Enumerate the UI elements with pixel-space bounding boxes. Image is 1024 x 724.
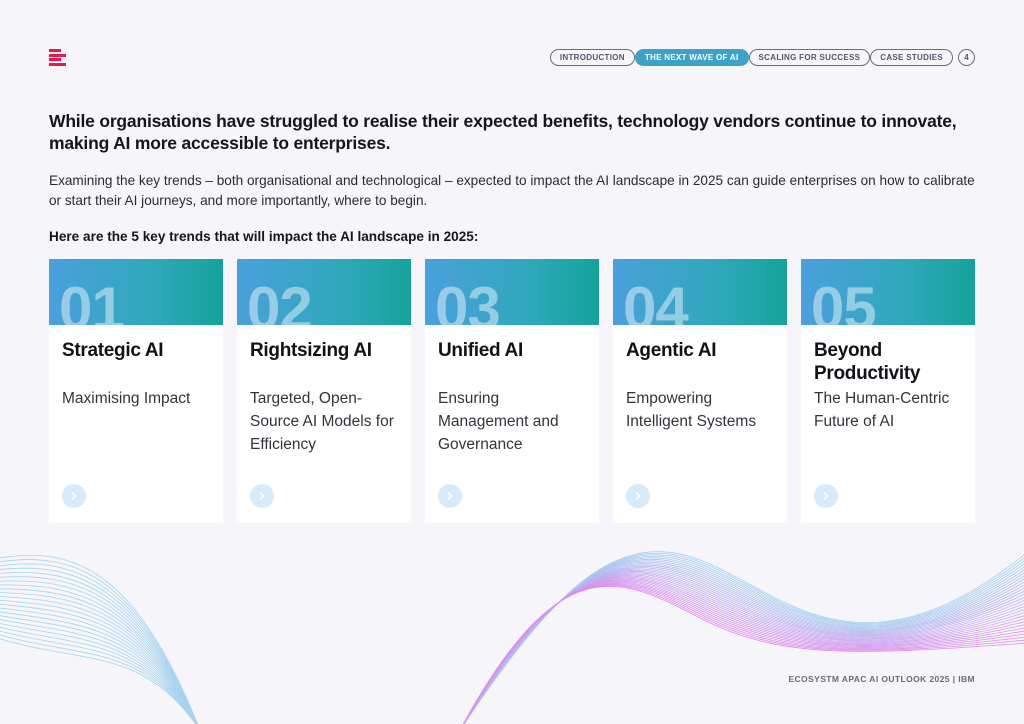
card-arrow-button[interactable] [438,484,462,508]
chevron-right-icon [635,492,641,500]
ecosystm-logo-icon [49,49,67,66]
trend-card-5[interactable]: 05 Beyond Productivity The Human-Centric… [801,259,975,523]
card-title: Rightsizing AI [250,340,372,361]
nav-scaling-for-success[interactable]: SCALING FOR SUCCESS [748,49,871,66]
card-title: Unified AI [438,340,523,361]
decorative-waves [0,551,1024,724]
chevron-right-icon [447,492,453,500]
chevron-right-icon [71,492,77,500]
nav-introduction[interactable]: INTRODUCTION [549,49,635,66]
card-arrow-button[interactable] [814,484,838,508]
card-number: 02 [247,275,313,326]
card-description: Targeted, Open-Source AI Models for Effi… [250,390,394,453]
trend-card-4[interactable]: 04 Agentic AI Empowering Intelligent Sys… [613,259,787,523]
trends-intro: Here are the 5 key trends that will impa… [49,229,479,244]
card-arrow-button[interactable] [626,484,650,508]
card-header: 05 [801,259,975,325]
nav-case-studies[interactable]: CASE STUDIES [870,49,953,66]
trend-card-3[interactable]: 03 Unified AI Ensuring Management and Go… [425,259,599,523]
card-arrow-button[interactable] [62,484,86,508]
card-header: 04 [613,259,787,325]
card-title: Beyond Productivity [814,340,921,384]
card-number: 04 [623,275,689,326]
card-header: 03 [425,259,599,325]
chevron-right-icon [823,492,829,500]
card-arrow-button[interactable] [250,484,274,508]
card-title: Strategic AI [62,340,164,361]
card-description: Maximising Impact [62,390,191,407]
card-description: The Human-Centric Future of AI [814,390,950,430]
trend-card-2[interactable]: 02 Rightsizing AI Targeted, Open-Source … [237,259,411,523]
card-description: Empowering Intelligent Systems [626,390,757,430]
page-headline: While organisations have struggled to re… [49,111,957,153]
section-nav: INTRODUCTION THE NEXT WAVE OF AI SCALING… [549,49,975,66]
page-number: 4 [958,49,975,66]
card-number: 03 [435,275,501,326]
card-header: 02 [237,259,411,325]
intro-paragraph: Examining the key trends – both organisa… [49,173,975,208]
card-title: Agentic AI [626,340,717,361]
nav-the-next-wave-of-ai[interactable]: THE NEXT WAVE OF AI [634,49,749,66]
card-number: 05 [811,275,877,326]
card-description: Ensuring Management and Governance [438,390,559,453]
chevron-right-icon [259,492,265,500]
card-number: 01 [59,275,125,326]
trend-card-1[interactable]: 01 Strategic AI Maximising Impact [49,259,223,523]
page-footer: ECOSYSTM APAC AI OUTLOOK 2025 | IBM [788,674,975,684]
card-header: 01 [49,259,223,325]
